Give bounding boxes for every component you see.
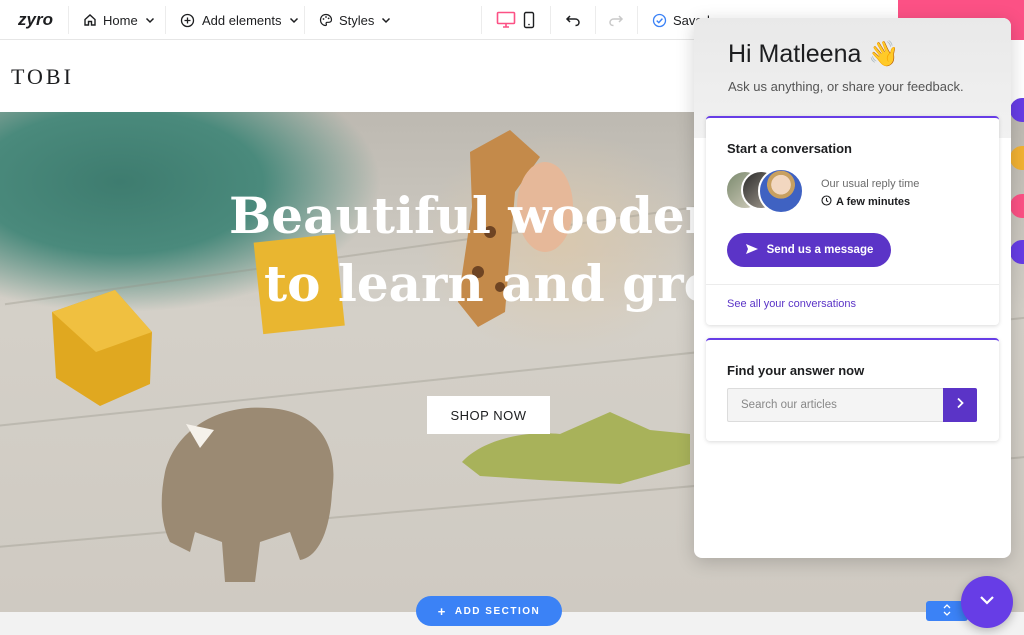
check-circle-icon xyxy=(652,13,667,28)
messenger-toggle-button[interactable] xyxy=(961,576,1013,628)
avatar xyxy=(758,168,804,214)
page-menu-label: Home xyxy=(103,12,138,28)
undo-icon xyxy=(565,13,581,27)
toolbar-divider xyxy=(304,6,305,34)
help-messenger-widget: Hi Matleena 👋 Ask us anything, or share … xyxy=(694,18,1011,558)
article-search-input[interactable]: Search our articles xyxy=(727,388,943,422)
widget-greeting: Hi Matleena 👋 xyxy=(728,40,900,68)
toolbar-divider xyxy=(481,6,482,34)
send-icon xyxy=(745,243,759,258)
search-submit-button[interactable] xyxy=(943,388,977,422)
redo-button[interactable] xyxy=(608,0,624,40)
toolbar-divider xyxy=(550,6,551,34)
find-answer-card: Find your answer now Search our articles xyxy=(706,338,999,441)
zyro-logo[interactable]: zyro xyxy=(18,0,53,40)
desktop-view-button[interactable] xyxy=(496,0,516,40)
arrows-up-down-icon xyxy=(942,603,952,619)
shop-now-button[interactable]: SHOP NOW xyxy=(427,396,550,434)
clock-icon xyxy=(821,195,832,209)
styles-button[interactable]: Styles xyxy=(319,0,391,40)
chevron-down-icon xyxy=(289,15,299,25)
redo-icon xyxy=(608,13,624,27)
add-elements-label: Add elements xyxy=(202,12,282,28)
add-elements-button[interactable]: Add elements xyxy=(180,0,299,40)
see-all-conversations-link[interactable]: See all your conversations xyxy=(727,298,856,310)
reply-time-value: A few minutes xyxy=(821,195,910,209)
toolbar-divider xyxy=(637,6,638,34)
chevron-down-icon xyxy=(145,15,155,25)
card-divider xyxy=(706,284,999,285)
conversation-title: Start a conversation xyxy=(727,141,852,156)
site-logo[interactable]: TOBI xyxy=(11,64,74,90)
reply-time-label: Our usual reply time xyxy=(821,178,920,190)
mobile-view-button[interactable] xyxy=(523,0,535,40)
send-message-button[interactable]: Send us a message xyxy=(727,233,891,267)
page-menu-button[interactable]: Home xyxy=(83,0,155,40)
send-message-label: Send us a message xyxy=(766,244,874,256)
find-answer-title: Find your answer now xyxy=(727,363,865,378)
conversation-card: Start a conversation Our usual reply tim… xyxy=(706,116,999,325)
desktop-icon xyxy=(496,11,516,29)
toolbar-divider xyxy=(68,6,69,34)
plus-icon: + xyxy=(437,603,447,619)
undo-button[interactable] xyxy=(565,0,581,40)
add-section-button[interactable]: + ADD SECTION xyxy=(416,596,562,626)
styles-label: Styles xyxy=(339,12,375,28)
toolbar-divider xyxy=(165,6,166,34)
toolbar-divider xyxy=(595,6,596,34)
widget-subtitle: Ask us anything, or share your feedback. xyxy=(728,79,964,94)
palette-icon xyxy=(319,13,333,27)
home-icon xyxy=(83,13,97,27)
chevron-down-icon xyxy=(978,593,996,611)
add-section-label: ADD SECTION xyxy=(454,605,541,617)
chevron-right-icon xyxy=(955,396,965,414)
chevron-down-icon xyxy=(381,15,391,25)
reply-time-text: A few minutes xyxy=(836,196,911,208)
mobile-icon xyxy=(523,11,535,29)
plus-circle-icon xyxy=(180,13,195,28)
